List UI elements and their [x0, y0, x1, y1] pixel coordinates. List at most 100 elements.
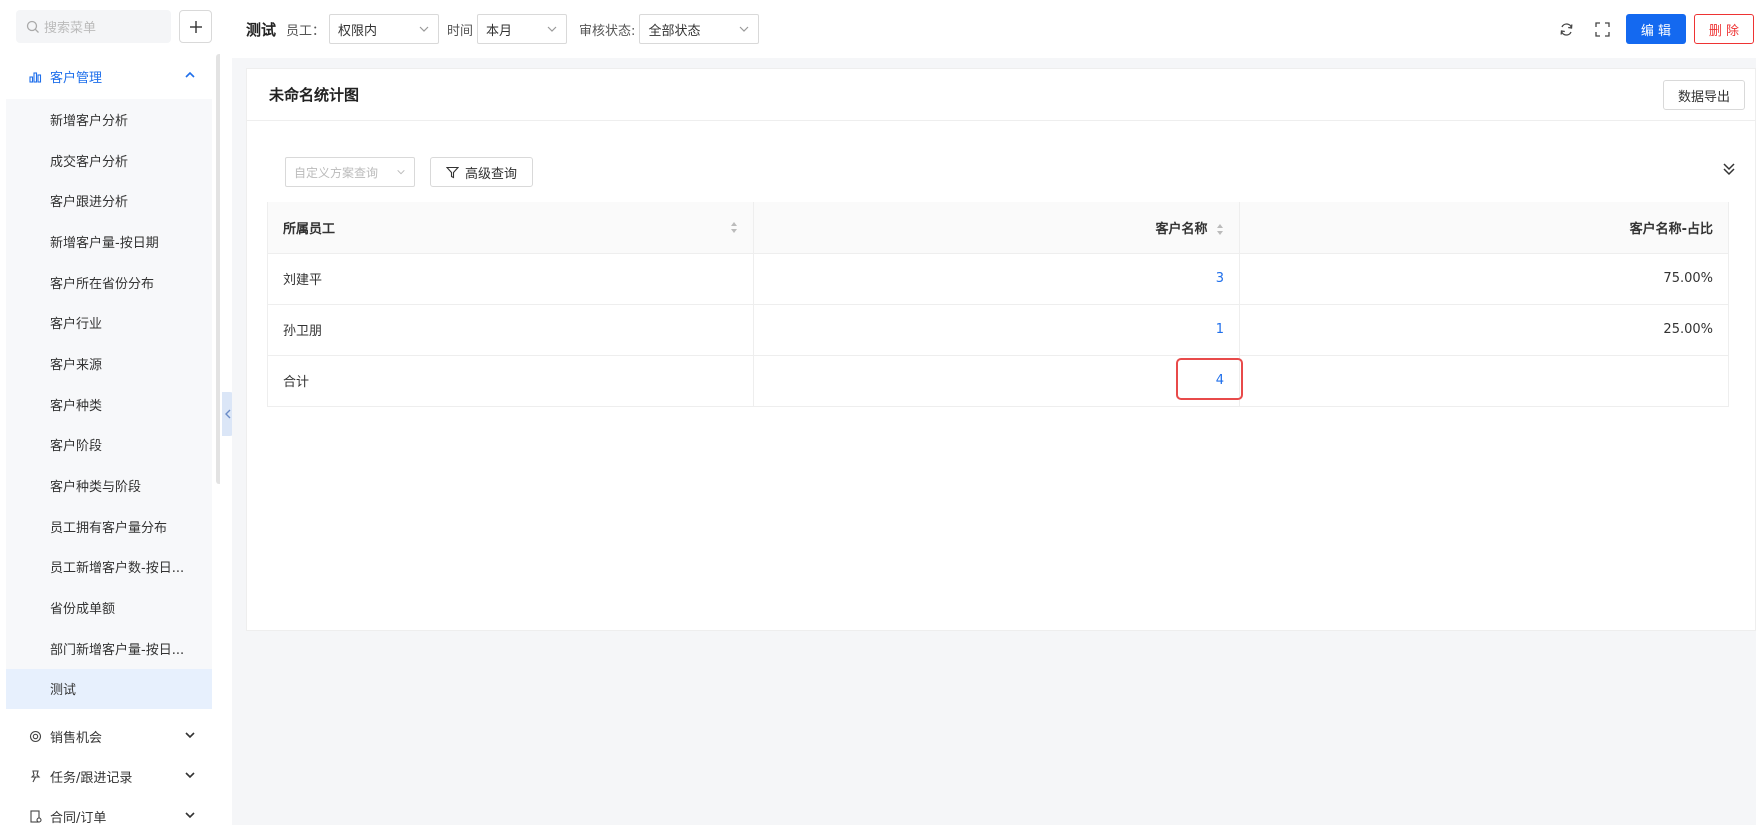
- column-header-label: 客户名称-占比: [1629, 221, 1713, 237]
- sidebar-item-employee-customer-distribution[interactable]: 员工拥有客户量分布: [6, 506, 212, 547]
- add-menu-button[interactable]: [179, 10, 212, 43]
- chevron-up-icon: [185, 71, 195, 78]
- sort-icon[interactable]: [730, 221, 738, 234]
- chart-card: 未命名统计图 数据导出 自定义方案查询 高级查询 所属员工 客户名称 客户名称-…: [246, 68, 1756, 631]
- count-link[interactable]: 1: [1216, 322, 1224, 337]
- sidebar-item-label: 客户来源: [50, 357, 103, 373]
- cell-total-ratio: [1239, 355, 1729, 407]
- page-title: 测试: [246, 20, 277, 39]
- status-filter-label: 审核状态:: [579, 23, 636, 39]
- sidebar-item-employee-new-by-date[interactable]: 员工新增客户数-按日...: [6, 547, 212, 588]
- sidebar-group-tasks[interactable]: 任务/跟进记录: [0, 756, 214, 796]
- fullscreen-icon: [1594, 21, 1610, 37]
- export-data-button[interactable]: 数据导出: [1663, 80, 1745, 110]
- sidebar: 搜索菜单 客户管理 新增客户分析 成交客户分析 客户跟进分析 新增客户量-按日期…: [0, 0, 220, 825]
- total-count-link[interactable]: 4: [1216, 373, 1224, 388]
- sidebar-item-label: 客户跟进分析: [50, 195, 129, 211]
- toolbar-actions: 编 辑 删 除: [1548, 14, 1756, 44]
- pin-icon: [28, 769, 42, 783]
- column-header-customer-ratio[interactable]: 客户名称-占比: [1239, 202, 1729, 254]
- table-header-row: 所属员工 客户名称 客户名称-占比: [267, 202, 1729, 254]
- sidebar-item-label: 员工新增客户数-按日...: [50, 561, 185, 577]
- time-select-value: 本月: [486, 23, 513, 39]
- statistics-table: 所属员工 客户名称 客户名称-占比 刘建平 3 75.00% 孙卫朋 1 25.…: [267, 202, 1729, 407]
- sidebar-item-label: 员工拥有客户量分布: [50, 520, 168, 536]
- custom-scheme-select[interactable]: 自定义方案查询: [285, 157, 415, 187]
- cell-employee: 孙卫朋: [267, 304, 754, 356]
- employee-select-value: 权限内: [338, 23, 378, 39]
- table-row: 刘建平 3 75.00%: [267, 253, 1729, 305]
- sidebar-item-new-customer-analysis[interactable]: 新增客户分析: [6, 99, 212, 140]
- sidebar-item-industry[interactable]: 客户行业: [6, 302, 212, 343]
- refresh-icon: [1560, 22, 1572, 36]
- contract-icon: [28, 809, 42, 823]
- count-link[interactable]: 3: [1216, 271, 1224, 286]
- chevron-down-icon: [547, 26, 557, 32]
- sidebar-scrollbar[interactable]: [216, 54, 220, 484]
- sidebar-item-department-new-by-date[interactable]: 部门新增客户量-按日...: [6, 628, 212, 669]
- sidebar-submenu: 新增客户分析 成交客户分析 客户跟进分析 新增客户量-按日期 客户所在省份分布 …: [6, 99, 212, 710]
- column-header-customer-name[interactable]: 客户名称: [753, 202, 1240, 254]
- sidebar-item-stage[interactable]: 客户阶段: [6, 425, 212, 466]
- sidebar-item-label: 新增客户量-按日期: [50, 235, 159, 251]
- sidebar-search-row: 搜索菜单: [16, 10, 212, 43]
- advanced-query-button[interactable]: 高级查询: [430, 157, 533, 187]
- chevron-down-icon: [740, 26, 749, 32]
- sidebar-group-sales-opportunity[interactable]: 销售机会: [0, 716, 214, 756]
- scheme-select-placeholder: 自定义方案查询: [294, 165, 379, 180]
- status-select[interactable]: 全部状态: [639, 14, 760, 44]
- sidebar-group-label: 销售机会: [50, 730, 103, 746]
- sidebar-group-customer-management[interactable]: 客户管理: [0, 56, 214, 96]
- cell-count: 1: [753, 304, 1240, 356]
- sidebar-item-label: 客户行业: [50, 317, 103, 333]
- chevron-down-icon: [185, 812, 195, 819]
- double-chevron-down-icon: [1723, 163, 1735, 176]
- column-header-employee[interactable]: 所属员工: [267, 202, 754, 254]
- employee-select[interactable]: 权限内: [329, 14, 440, 44]
- sidebar-group-label: 任务/跟进记录: [50, 770, 133, 786]
- chevron-down-icon: [185, 732, 195, 739]
- table-row: 孙卫朋 1 25.00%: [267, 304, 1729, 356]
- table-total-row: 合计 4: [267, 355, 1729, 407]
- app-root: 搜索菜单 客户管理 新增客户分析 成交客户分析 客户跟进分析 新增客户量-按日期…: [0, 0, 1756, 825]
- sidebar-group-contracts[interactable]: 合同/订单: [0, 796, 214, 825]
- cell-count: 3: [753, 253, 1240, 305]
- sidebar-item-province-distribution[interactable]: 客户所在省份分布: [6, 262, 212, 303]
- menu-search-placeholder: 搜索菜单: [44, 21, 97, 36]
- sidebar-group-label: 客户管理: [50, 70, 103, 86]
- plus-icon: [189, 20, 202, 33]
- sidebar-item-type[interactable]: 客户种类: [6, 384, 212, 425]
- cell-ratio: 75.00%: [1239, 253, 1729, 305]
- edit-button[interactable]: 编 辑: [1626, 14, 1686, 44]
- expand-filters-button[interactable]: [1721, 161, 1737, 181]
- sidebar-item-new-customers-by-date[interactable]: 新增客户量-按日期: [6, 221, 212, 262]
- sort-icon[interactable]: [1216, 223, 1224, 236]
- sidebar-item-label: 省份成单额: [50, 602, 116, 618]
- sidebar-item-label: 部门新增客户量-按日...: [50, 642, 185, 658]
- delete-button[interactable]: 删 除: [1694, 14, 1754, 44]
- target-icon: [28, 729, 42, 743]
- main-area: 测试 员工： 权限内 时间 本月 审核状态: 全部状态 编 辑 删 除 未命名统…: [232, 0, 1756, 825]
- sidebar-item-test[interactable]: 测试: [6, 668, 212, 710]
- sidebar-item-province-deal-amount[interactable]: 省份成单额: [6, 587, 212, 628]
- time-filter-label: 时间: [447, 23, 474, 39]
- sidebar-item-label: 客户种类: [50, 398, 103, 414]
- time-select[interactable]: 本月: [477, 14, 568, 44]
- refresh-button[interactable]: [1548, 14, 1584, 44]
- sidebar-item-source[interactable]: 客户来源: [6, 343, 212, 384]
- sidebar-item-type-and-stage[interactable]: 客户种类与阶段: [6, 465, 212, 506]
- menu-search-input[interactable]: 搜索菜单: [16, 10, 171, 43]
- sidebar-item-follow-up-analysis[interactable]: 客户跟进分析: [6, 180, 212, 221]
- sidebar-item-label: 客户阶段: [50, 439, 103, 455]
- cell-ratio: 25.00%: [1239, 304, 1729, 356]
- search-icon: [26, 20, 39, 33]
- chevron-down-icon: [397, 169, 405, 175]
- chevron-down-icon: [185, 772, 195, 779]
- advanced-query-label: 高级查询: [464, 166, 517, 182]
- status-select-value: 全部状态: [648, 23, 701, 39]
- fullscreen-button[interactable]: [1584, 14, 1620, 44]
- chevron-down-icon: [419, 26, 429, 32]
- cell-total-count: 4: [753, 355, 1240, 407]
- query-row: 自定义方案查询 高级查询: [285, 157, 533, 187]
- sidebar-item-deal-customer-analysis[interactable]: 成交客户分析: [6, 140, 212, 181]
